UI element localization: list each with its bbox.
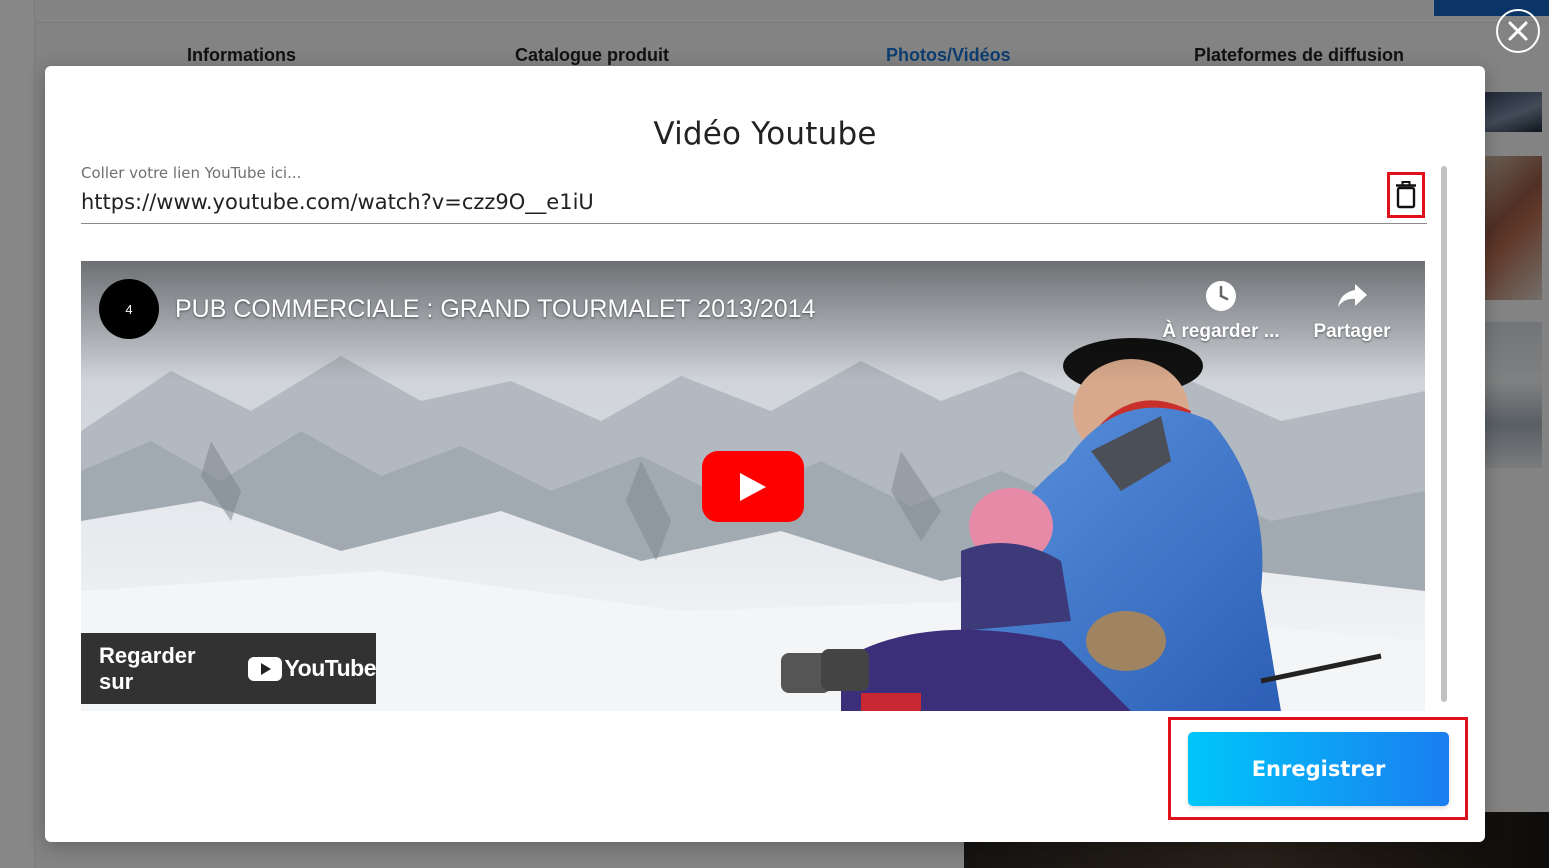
watch-later-label: À regarder ... <box>1162 321 1280 342</box>
channel-avatar-text: 4 <box>125 301 133 317</box>
play-button[interactable] <box>702 451 804 522</box>
close-button[interactable] <box>1496 9 1540 53</box>
delete-link-button[interactable] <box>1387 172 1425 218</box>
input-underline <box>81 223 1427 224</box>
play-icon <box>740 472 766 501</box>
channel-avatar[interactable]: 4 <box>99 279 159 339</box>
share-button[interactable]: Partager <box>1306 279 1398 343</box>
save-button[interactable]: Enregistrer <box>1188 732 1449 806</box>
share-arrow-icon <box>1338 284 1367 307</box>
close-icon <box>1508 21 1528 41</box>
dialog-title: Vidéo Youtube <box>653 116 877 152</box>
youtube-logo: YouTube <box>247 655 377 682</box>
trash-icon <box>1396 181 1416 209</box>
video-title[interactable]: PUB COMMERCIALE : GRAND TOURMALET 2013/2… <box>175 295 816 324</box>
youtube-video-player[interactable]: 4 PUB COMMERCIALE : GRAND TOURMALET 2013… <box>81 261 1425 711</box>
share-label: Partager <box>1313 321 1391 342</box>
youtube-link-label: Coller votre lien YouTube ici... <box>81 164 302 182</box>
watch-later-button[interactable]: À regarder ... <box>1159 279 1283 343</box>
youtube-link-input[interactable] <box>81 184 1381 220</box>
youtube-logo-icon <box>247 656 282 681</box>
watch-on-label: Regarder sur <box>99 642 196 694</box>
youtube-wordmark: YouTube <box>284 655 377 681</box>
watch-on-youtube-button[interactable]: Regarder sur YouTube <box>81 633 377 704</box>
youtube-video-dialog: Vidéo Youtube Coller votre lien YouTube … <box>45 66 1485 842</box>
clock-icon <box>1206 281 1236 311</box>
dialog-scrollbar[interactable] <box>1441 166 1447 702</box>
